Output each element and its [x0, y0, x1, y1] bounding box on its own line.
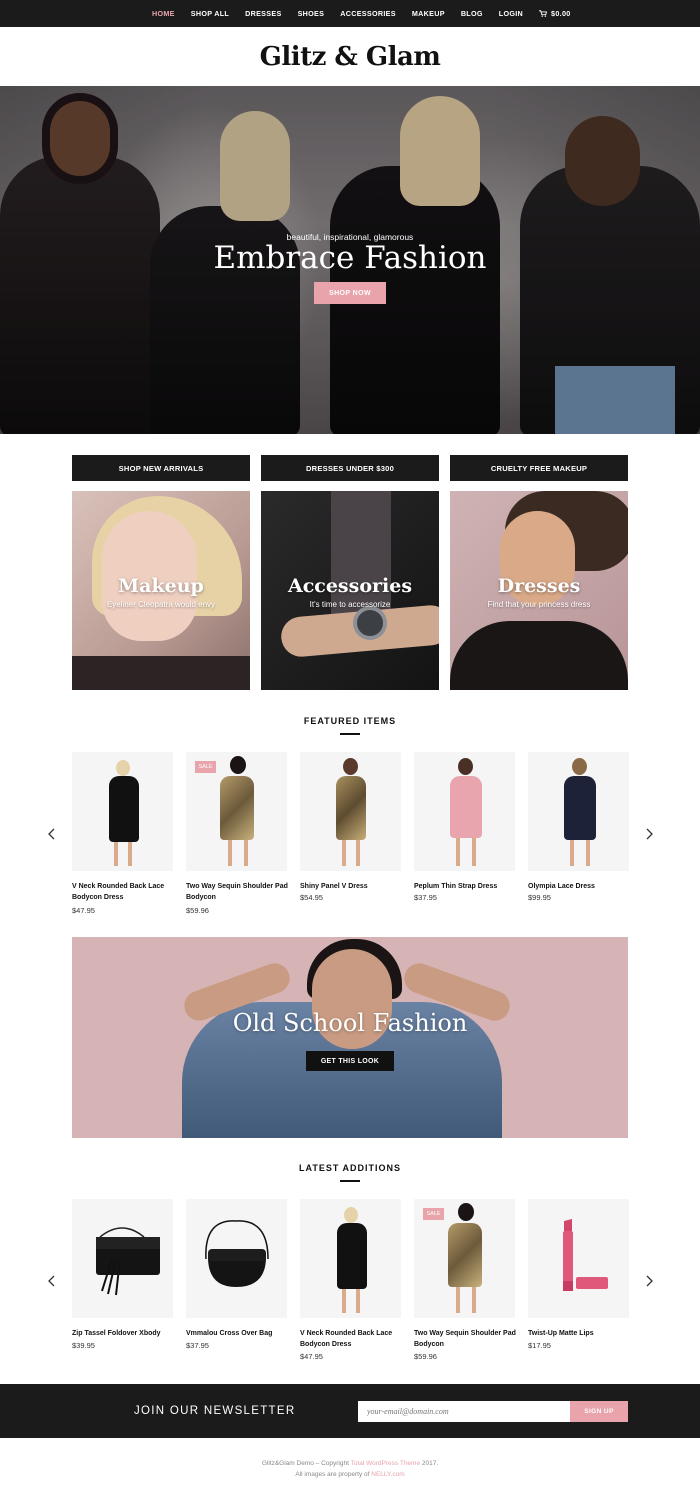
featured-items-title: FEATURED ITEMS [303, 716, 397, 726]
email-field[interactable] [358, 1401, 570, 1422]
product-name[interactable]: V Neck Rounded Back Lace Bodycon Dress [72, 882, 182, 903]
cart-total: $0.00 [551, 9, 571, 18]
product-image[interactable] [300, 1199, 401, 1318]
product-image[interactable] [300, 752, 401, 871]
latest-prev-arrow[interactable] [45, 1273, 57, 1289]
footer-credits: All images are property of NELLY.com [0, 1469, 700, 1480]
product-image[interactable] [528, 752, 629, 871]
product-price: $59.96 [186, 906, 209, 915]
product-image[interactable]: SALE [186, 752, 287, 871]
product-price: $54.95 [300, 893, 323, 902]
nav-item-accessories[interactable]: ACCESSORIES [340, 9, 396, 18]
nav-item-home[interactable]: HOME [152, 9, 175, 18]
product-name[interactable]: Olympia Lace Dress [528, 882, 638, 893]
product-name[interactable]: Zip Tassel Foldover Xbody [72, 1329, 182, 1340]
nav-item-login[interactable]: LOGIN [499, 9, 523, 18]
title-underline [340, 1180, 360, 1182]
product-price: $17.95 [528, 1341, 551, 1350]
featured-prev-arrow[interactable] [45, 826, 57, 842]
chevron-left-icon [47, 1275, 54, 1287]
product-name[interactable]: Vmmalou Cross Over Bag [186, 1329, 296, 1340]
nav-item-shop-all[interactable]: SHOP ALL [191, 9, 229, 18]
category-card-dresses[interactable]: Dresses Find that your princess dress [450, 491, 628, 690]
hero-headline: Embrace Fashion [213, 240, 487, 276]
banner-title: Old School Fashion [232, 1009, 468, 1037]
hero-section: beautiful, inspirational, glamorous Embr… [0, 86, 700, 434]
footer-text: Glitz&Glam Demo – Copyright [261, 1460, 351, 1467]
nav-item-shoes[interactable]: SHOES [298, 9, 325, 18]
product-image[interactable] [186, 1199, 287, 1318]
nav-menu: HOME SHOP ALL DRESSES SHOES ACCESSORIES … [152, 0, 587, 27]
sign-up-button[interactable]: SIGN UP [570, 1401, 628, 1422]
nav-item-makeup[interactable]: MAKEUP [412, 9, 445, 18]
product-price: $99.95 [528, 893, 551, 902]
category-card-title: Makeup [118, 575, 204, 597]
category-card-accessories[interactable]: Accessories It's time to accessorize [261, 491, 439, 690]
featured-next-arrow[interactable] [643, 826, 655, 842]
product-image[interactable] [528, 1199, 629, 1318]
product-price: $39.95 [72, 1341, 95, 1350]
get-this-look-button[interactable]: GET THIS LOOK [306, 1051, 394, 1071]
theme-link[interactable]: Total WordPress Theme [351, 1460, 420, 1467]
category-card-subtitle: It's time to accessorize [309, 600, 391, 609]
title-underline [340, 733, 360, 735]
sale-badge: SALE [195, 761, 216, 773]
category-card-makeup[interactable]: Makeup Eyeliner Cleopatra would envy [72, 491, 250, 690]
footer-copyright: Glitz&Glam Demo – Copyright Total WordPr… [0, 1458, 700, 1469]
chevron-right-icon [646, 828, 653, 840]
bag-illustration [205, 1220, 269, 1287]
product-price: $47.95 [72, 906, 95, 915]
promo-banner: Old School Fashion GET THIS LOOK [72, 937, 628, 1138]
latest-next-arrow[interactable] [643, 1273, 655, 1289]
product-image[interactable] [72, 1199, 173, 1318]
nav-item-blog[interactable]: BLOG [461, 9, 483, 18]
shop-new-arrivals-button[interactable]: SHOP NEW ARRIVALS [72, 455, 250, 481]
lipstick-illustration [563, 1219, 608, 1291]
dresses-under-300-button[interactable]: DRESSES UNDER $300 [261, 455, 439, 481]
chevron-left-icon [47, 828, 54, 840]
category-card-subtitle: Find that your princess dress [487, 600, 591, 609]
category-card-title: Accessories [287, 575, 413, 597]
product-image[interactable] [72, 752, 173, 871]
site-logo[interactable]: Glitz & Glam [0, 28, 700, 86]
footer-text: 2017. [420, 1460, 439, 1467]
product-name[interactable]: V Neck Rounded Back Lace Bodycon Dress [300, 1329, 410, 1350]
cart-icon [539, 10, 548, 17]
product-name[interactable]: Twist-Up Matte Lips [528, 1329, 638, 1340]
nav-cart[interactable]: $0.00 [539, 9, 571, 18]
product-name[interactable]: Two Way Sequin Shoulder Pad Bodycon [414, 1329, 524, 1350]
product-image[interactable]: SALE [414, 1199, 515, 1318]
newsletter-label: JOIN OUR NEWSLETTER [134, 1405, 296, 1417]
newsletter-section: JOIN OUR NEWSLETTER SIGN UP [0, 1384, 700, 1438]
product-price: $37.95 [186, 1341, 209, 1350]
category-card-title: Dresses [497, 575, 581, 597]
footer-text: All images are property of [295, 1471, 372, 1478]
product-price: $59.96 [414, 1352, 437, 1361]
sale-badge: SALE [423, 1208, 444, 1220]
category-card-subtitle: Eyeliner Cleopatra would envy [106, 600, 216, 609]
nelly-link[interactable]: NELLY.com [371, 1471, 404, 1478]
footer: Glitz&Glam Demo – Copyright Total WordPr… [0, 1458, 700, 1480]
product-image[interactable] [414, 752, 515, 871]
nav-item-dresses[interactable]: DRESSES [245, 9, 281, 18]
product-price: $47.95 [300, 1352, 323, 1361]
bag-illustration [96, 1227, 160, 1296]
product-name[interactable]: Shiny Panel V Dress [300, 882, 410, 893]
top-nav: HOME SHOP ALL DRESSES SHOES ACCESSORIES … [0, 0, 700, 27]
product-price: $37.95 [414, 893, 437, 902]
product-name[interactable]: Peplum Thin Strap Dress [414, 882, 524, 893]
latest-additions-title: LATEST ADDITIONS [299, 1163, 401, 1173]
chevron-right-icon [646, 1275, 653, 1287]
cruelty-free-makeup-button[interactable]: CRUELTY FREE MAKEUP [450, 455, 628, 481]
product-name[interactable]: Two Way Sequin Shoulder Pad Bodycon [186, 882, 296, 903]
shop-now-button[interactable]: SHOP NOW [314, 282, 386, 304]
